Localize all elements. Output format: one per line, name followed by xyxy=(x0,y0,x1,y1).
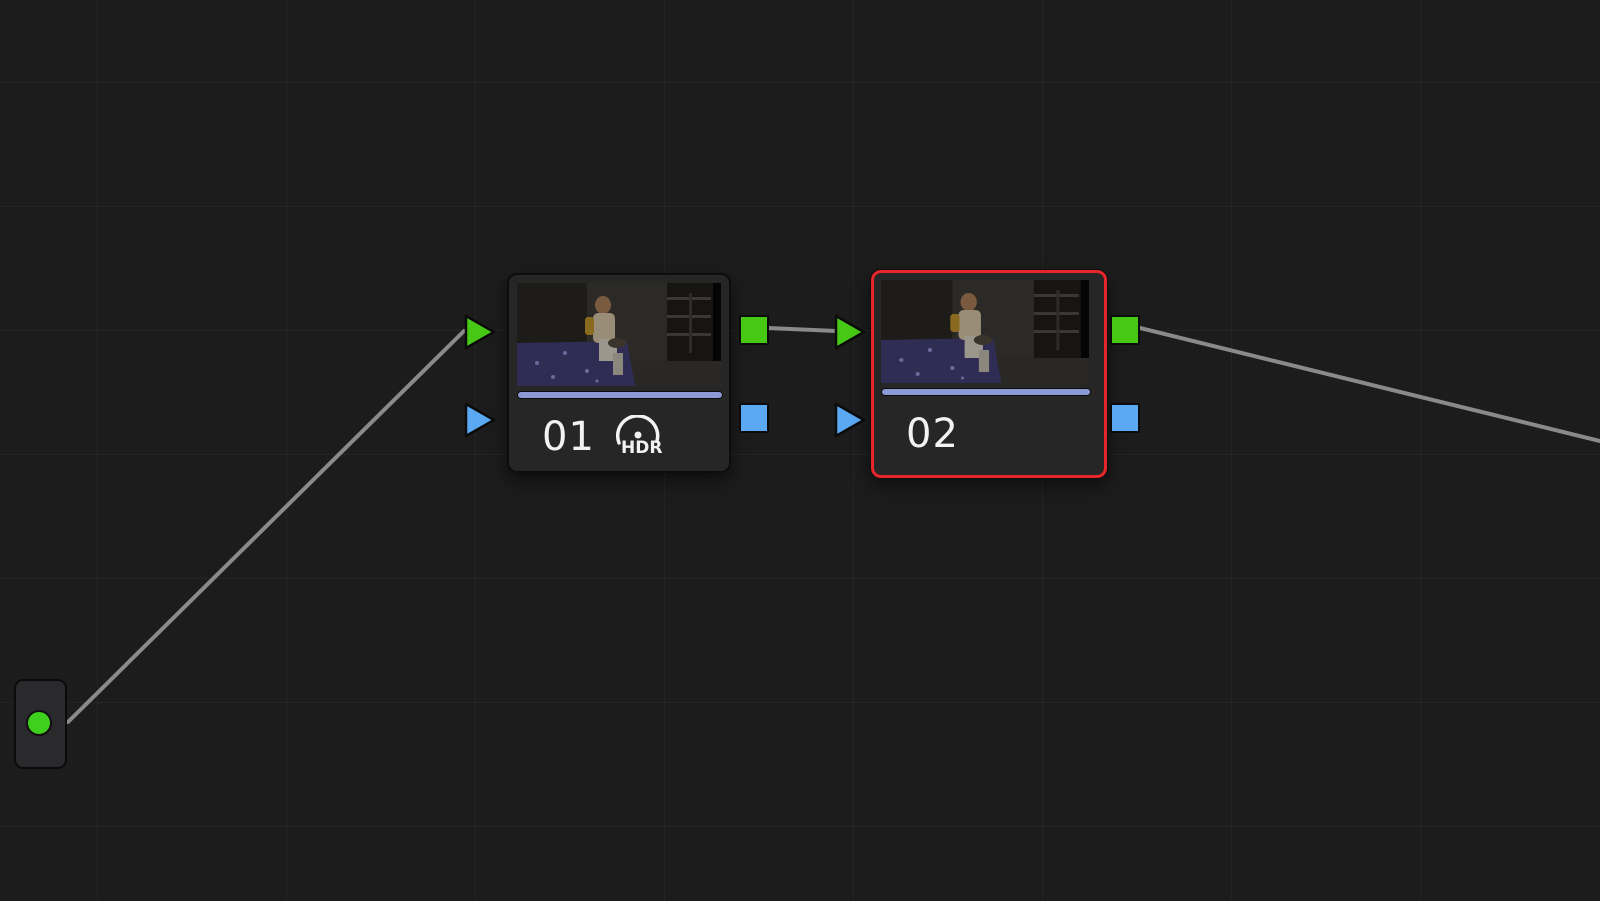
node-01-rgb-output-port[interactable] xyxy=(739,315,769,345)
node-01-label: 01 xyxy=(542,414,595,460)
node-02-rgb-output-port[interactable] xyxy=(1110,315,1140,345)
node-graph-canvas[interactable]: 01 HDR 02 xyxy=(0,0,1600,901)
node-connections xyxy=(66,326,1600,724)
connection-input-to-node-01 xyxy=(66,329,466,724)
source-input-node[interactable] xyxy=(14,679,67,769)
corrector-node-01[interactable]: 01 HDR xyxy=(507,273,731,473)
hdr-icon: HDR xyxy=(613,415,669,463)
node-01-progress-bar xyxy=(517,391,723,399)
node-02-thumbnail xyxy=(881,280,1089,383)
hdr-badge-text: HDR xyxy=(621,438,663,458)
node-02-rgb-input-port[interactable] xyxy=(834,314,866,350)
node-01-key-input-port[interactable] xyxy=(464,402,496,438)
node-02-key-output-port[interactable] xyxy=(1110,403,1140,433)
node-01-thumbnail xyxy=(517,283,721,386)
node-02-progress-bar xyxy=(881,388,1091,396)
node-01-key-output-port[interactable] xyxy=(739,403,769,433)
node-01-rgb-input-port[interactable] xyxy=(464,314,496,350)
node-02-label: 02 xyxy=(906,411,959,457)
connection-node-02-to-output xyxy=(1138,326,1600,443)
green-dot-icon[interactable] xyxy=(26,710,52,736)
corrector-node-02[interactable]: 02 xyxy=(871,270,1107,478)
connection-node-01-to-node-02 xyxy=(766,326,838,333)
node-02-key-input-port[interactable] xyxy=(834,402,866,438)
